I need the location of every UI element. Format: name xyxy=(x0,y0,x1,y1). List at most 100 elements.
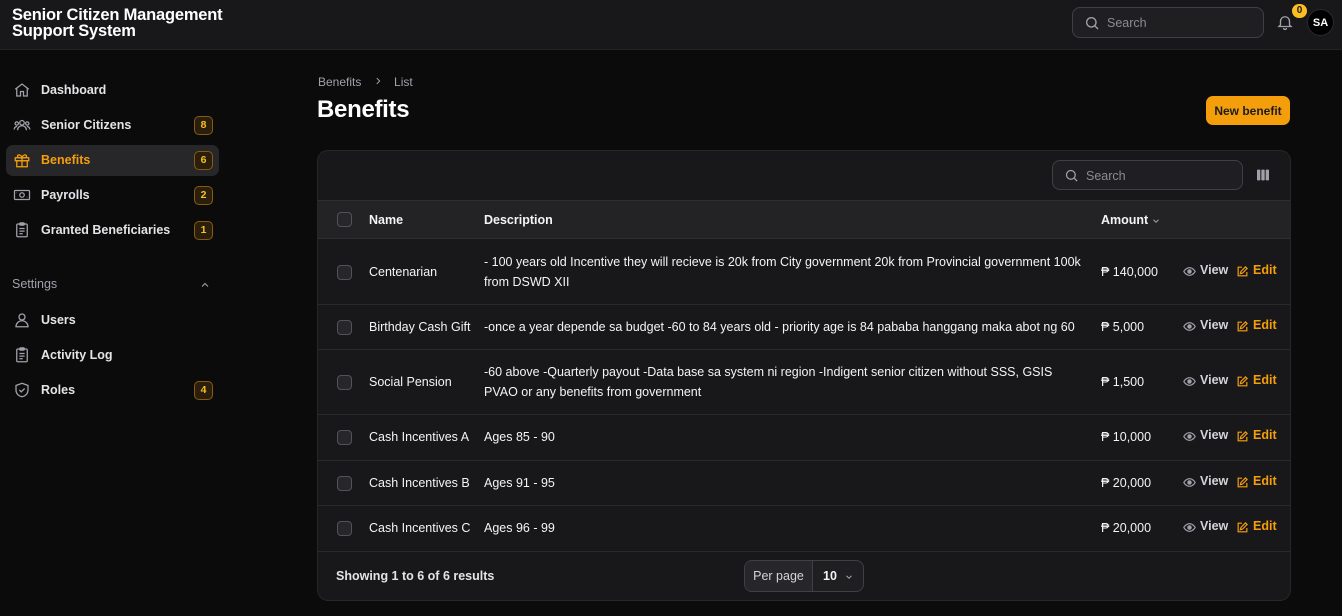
chevron-up-icon[interactable] xyxy=(199,279,211,291)
global-search-input[interactable]: Search xyxy=(1072,7,1264,38)
sidebar-item-label: Roles xyxy=(41,383,76,397)
table-row[interactable]: Birthday Cash Gift -once a year depende s… xyxy=(318,305,1290,350)
table-row[interactable]: Cash Incentives C Ages 96 - 99 ₱ 20,000 Vie… xyxy=(318,506,1290,552)
eye-icon xyxy=(1183,523,1196,532)
view-label: View xyxy=(1200,474,1229,488)
sidebar-item-granted-beneficiaries[interactable]: Granted Beneficiaries 1 xyxy=(6,215,219,246)
gift-icon xyxy=(14,154,30,168)
row-checkbox[interactable] xyxy=(337,430,352,445)
table-header: Name Description Amount xyxy=(318,200,1290,239)
benefit-description: -once a year depende sa budget -60 to 84… xyxy=(484,320,1075,334)
breadcrumb-current: List xyxy=(394,75,413,89)
sidebar-item-activity-log[interactable]: Activity Log xyxy=(6,340,219,371)
clipboard-icon xyxy=(16,222,28,238)
sidebar-item-label: Payrolls xyxy=(41,188,90,202)
edit-icon xyxy=(1237,431,1248,442)
view-label: View xyxy=(1200,519,1229,533)
benefit-name: Birthday Cash Gift xyxy=(369,320,471,334)
sidebar-item-dashboard[interactable]: Dashboard xyxy=(6,75,219,106)
row-checkbox[interactable] xyxy=(337,375,352,390)
bell-icon[interactable] xyxy=(1276,13,1294,31)
edit-icon xyxy=(1237,522,1248,533)
count-badge: 2 xyxy=(194,186,213,205)
benefit-amount: ₱ 1,500 xyxy=(1101,375,1145,389)
table-search-input[interactable]: Search xyxy=(1052,160,1243,190)
eye-icon xyxy=(1183,432,1196,441)
edit-label: Edit xyxy=(1253,263,1277,277)
breadcrumb-parent[interactable]: Benefits xyxy=(318,75,361,89)
benefit-name: Cash Incentives A xyxy=(369,430,470,444)
benefit-description: Ages 91 - 95 xyxy=(484,476,555,490)
benefit-name: Centenarian xyxy=(369,265,438,279)
benefits-table-card: Search Name Description Amount Centenari… xyxy=(317,150,1291,601)
eye-icon xyxy=(1183,322,1196,331)
benefit-description: -60 above -Quarterly payout -Data base s… xyxy=(484,365,1053,399)
table-row[interactable]: Cash Incentives B Ages 91 - 95 ₱ 20,000 Vie… xyxy=(318,461,1290,506)
users-icon xyxy=(13,119,31,131)
settings-group-label[interactable]: Settings xyxy=(12,277,57,291)
sidebar-item-benefits[interactable]: Benefits 6 xyxy=(6,145,219,176)
search-icon xyxy=(1086,17,1099,30)
sidebar-item-label: Users xyxy=(41,313,76,327)
row-checkbox[interactable] xyxy=(337,476,352,491)
benefit-name: Social Pension xyxy=(369,375,452,389)
benefit-description: Ages 85 - 90 xyxy=(484,430,555,444)
new-benefit-button[interactable]: New benefit xyxy=(1206,96,1290,125)
eye-icon xyxy=(1183,377,1196,386)
edit-icon xyxy=(1237,376,1248,387)
global-search-placeholder: Search xyxy=(1107,16,1147,30)
edit-label: Edit xyxy=(1253,519,1277,533)
row-checkbox[interactable] xyxy=(337,320,352,335)
edit-label: Edit xyxy=(1253,428,1277,442)
sidebar-item-payrolls[interactable]: Payrolls 2 xyxy=(6,180,219,211)
top-bar: Senior Citizen Management Support System… xyxy=(0,0,1342,50)
benefit-description: - 100 years old Incentive they will reci… xyxy=(484,255,1081,289)
column-header-description[interactable]: Description xyxy=(484,213,553,227)
user-icon xyxy=(15,313,29,328)
eye-icon xyxy=(1183,267,1196,276)
cash-icon xyxy=(13,189,31,201)
avatar[interactable]: SA xyxy=(1307,9,1334,36)
sidebar-item-users[interactable]: Users xyxy=(6,305,219,336)
chevron-down-icon xyxy=(846,575,852,579)
sidebar-item-label: Activity Log xyxy=(41,348,113,362)
columns-icon[interactable] xyxy=(1255,167,1271,183)
search-icon xyxy=(1065,169,1078,182)
page-title: Benefits xyxy=(317,96,410,123)
column-header-name[interactable]: Name xyxy=(369,213,403,227)
count-badge: 6 xyxy=(194,151,213,170)
sidebar: Dashboard Senior Citizens 8 Benefits 6 P… xyxy=(0,50,228,616)
table-search-placeholder: Search xyxy=(1086,169,1126,183)
chevron-down-icon[interactable] xyxy=(1151,216,1161,226)
sidebar-item-label: Dashboard xyxy=(41,83,107,97)
app-title[interactable]: Senior Citizen Management Support System xyxy=(12,7,242,40)
edit-icon xyxy=(1237,477,1248,488)
clipboard-list-icon xyxy=(16,347,28,363)
edit-icon xyxy=(1237,266,1248,277)
chevron-right-icon xyxy=(373,75,383,89)
per-page-value: 10 xyxy=(823,569,837,583)
view-label: View xyxy=(1200,318,1229,332)
edit-icon xyxy=(1237,321,1248,332)
count-badge: 4 xyxy=(194,381,213,400)
edit-label: Edit xyxy=(1253,318,1277,332)
benefit-description: Ages 96 - 99 xyxy=(484,521,555,535)
sidebar-item-senior-citizens[interactable]: Senior Citizens 8 xyxy=(6,110,219,141)
table-row[interactable]: Centenarian - 100 years old Incentive the… xyxy=(318,240,1290,305)
row-checkbox[interactable] xyxy=(337,521,352,536)
sidebar-item-label: Senior Citizens xyxy=(41,118,132,132)
benefit-amount: ₱ 140,000 xyxy=(1101,265,1158,279)
table-row[interactable]: Cash Incentives A Ages 85 - 90 ₱ 10,000 Vie… xyxy=(318,415,1290,461)
shield-icon xyxy=(15,382,29,398)
row-checkbox[interactable] xyxy=(337,265,352,280)
select-all-checkbox[interactable] xyxy=(337,212,352,227)
benefit-amount: ₱ 10,000 xyxy=(1101,430,1152,444)
count-badge: 1 xyxy=(194,221,213,240)
view-label: View xyxy=(1200,373,1229,387)
per-page-label: Per page xyxy=(745,561,813,591)
edit-label: Edit xyxy=(1253,373,1277,387)
column-header-amount[interactable]: Amount xyxy=(1101,213,1148,227)
sidebar-item-roles[interactable]: Roles 4 xyxy=(6,375,219,406)
per-page-select[interactable]: Per page 10 xyxy=(744,560,864,592)
table-row[interactable]: Social Pension -60 above -Quarterly payou… xyxy=(318,350,1290,415)
